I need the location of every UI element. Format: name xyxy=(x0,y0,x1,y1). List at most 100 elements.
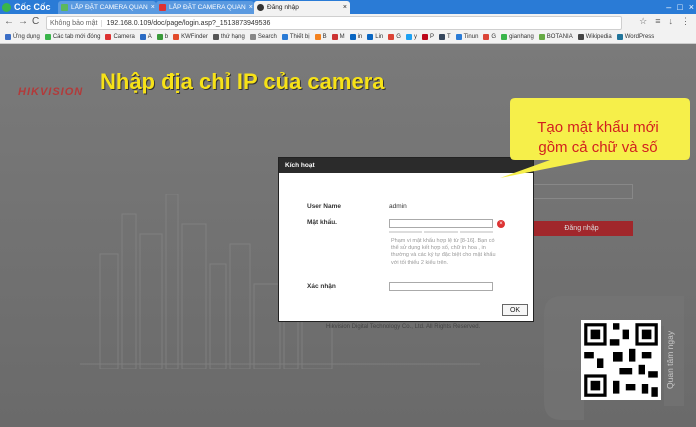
bookmark-label: Thiết bị xyxy=(289,33,310,40)
bookmark-item[interactable]: Ứng dụng xyxy=(5,33,40,40)
bookmark-favicon-icon xyxy=(438,33,445,40)
more-icon[interactable]: ⋮ xyxy=(681,16,690,27)
bookmark-item[interactable]: thứ hạng xyxy=(212,33,245,40)
bookmark-favicon-icon xyxy=(349,33,356,40)
bookmark-item[interactable]: Thiết bị xyxy=(281,33,310,40)
password-hint: Phạm vi mật khẩu hợp lệ từ [8-16]. Bạn c… xyxy=(391,238,496,266)
bookmark-item[interactable]: y xyxy=(405,33,417,40)
bookmark-favicon-icon xyxy=(501,33,508,40)
maximize-icon[interactable]: □ xyxy=(677,2,682,12)
bookmark-item[interactable]: M xyxy=(331,33,345,40)
bookmark-favicon-icon xyxy=(281,33,288,40)
password-input[interactable] xyxy=(389,219,493,228)
tab-1[interactable]: LẮP ĐẶT CAMERA QUAN × xyxy=(58,1,156,14)
bookmark-item[interactable]: Các tab mới đóng xyxy=(44,33,101,40)
callout-line-1: Tạo mật khẩu mới xyxy=(537,119,659,136)
bookmark-item[interactable]: WordPress xyxy=(616,33,655,40)
strength-segment xyxy=(389,231,423,233)
bookmark-label: thứ hạng xyxy=(220,33,245,40)
bookmark-item[interactable]: Lin xyxy=(367,33,384,40)
bookmark-item[interactable]: T xyxy=(438,33,451,40)
bookmark-item[interactable]: Tinun xyxy=(455,33,479,40)
bookmark-favicon-icon xyxy=(538,33,545,40)
bookmark-favicon-icon xyxy=(616,33,623,40)
bookmark-star-icon[interactable]: ☆ xyxy=(639,16,647,27)
activation-dialog: Kích hoạt User Name admin Mật khẩu. × Ph… xyxy=(278,157,534,322)
menu-icon[interactable]: ≡ xyxy=(655,16,660,27)
bookmark-item[interactable]: Search xyxy=(249,33,277,40)
bookmark-label: G xyxy=(491,33,497,40)
bookmark-favicon-icon xyxy=(156,33,163,40)
confirm-label: Xác nhận xyxy=(307,283,336,290)
ok-button[interactable]: OK xyxy=(502,304,528,316)
bookmark-favicon-icon xyxy=(105,33,112,40)
bookmark-item[interactable]: G xyxy=(388,33,401,40)
tab-favicon-icon xyxy=(257,4,264,11)
back-icon[interactable]: ← xyxy=(4,16,14,27)
bookmark-item[interactable]: G xyxy=(483,33,497,40)
bookmark-label: Các tab mới đóng xyxy=(52,33,101,40)
bookmark-favicon-icon xyxy=(5,33,11,40)
bookmark-item[interactable]: gianhang xyxy=(501,33,534,40)
tab-close-icon[interactable]: × xyxy=(340,4,347,11)
bookmark-label: Search xyxy=(257,33,277,40)
strength-segment xyxy=(459,231,493,233)
qr-caption: Quan tâm ngay xyxy=(665,330,675,390)
bookmark-item[interactable]: KWFinder xyxy=(173,33,208,40)
bookmark-favicon-icon xyxy=(577,33,584,40)
background-username-field xyxy=(530,184,633,199)
security-indicator[interactable]: Không bảo mật xyxy=(47,19,103,27)
download-icon[interactable]: ↓ xyxy=(669,16,674,27)
bookmark-label: Camera xyxy=(113,33,135,40)
password-label: Mật khẩu. xyxy=(307,219,337,226)
coccoc-logo-icon xyxy=(2,2,11,12)
confirm-password-input[interactable] xyxy=(389,282,493,291)
bookmark-favicon-icon xyxy=(44,33,51,40)
minimize-icon[interactable]: – xyxy=(666,2,671,12)
bookmark-item[interactable]: P xyxy=(421,33,434,40)
hikvision-logo: HIKVISION xyxy=(18,86,84,98)
bookmark-label: b xyxy=(164,33,169,40)
bookmark-favicon-icon xyxy=(249,33,256,40)
qr-code xyxy=(581,320,661,400)
footer-copyright: Hikvision Digital Technology Co., Ltd. A… xyxy=(326,324,481,330)
bookmark-item[interactable]: A xyxy=(139,33,152,40)
bookmark-label: G xyxy=(396,33,401,40)
url-text: 192.168.0.109/doc/page/login.asp?_151387… xyxy=(106,19,271,27)
bookmark-item[interactable]: Camera xyxy=(105,33,135,40)
bookmark-favicon-icon xyxy=(388,33,395,40)
bookmark-label: in xyxy=(357,33,363,40)
tab-favicon-icon xyxy=(159,4,166,11)
address-input[interactable]: Không bảo mật 192.168.0.109/doc/page/log… xyxy=(46,16,622,30)
bookmark-item[interactable]: b xyxy=(156,33,169,40)
bookmark-favicon-icon xyxy=(483,33,490,40)
tab-2[interactable]: LẮP ĐẶT CAMERA QUAN × xyxy=(156,1,254,14)
bookmark-item[interactable]: BOTANIA xyxy=(538,33,573,40)
bookmark-label: Lin xyxy=(375,33,384,40)
bookmark-item[interactable]: in xyxy=(349,33,363,40)
bookmark-item[interactable]: Wikipedia xyxy=(577,33,612,40)
forward-icon[interactable]: → xyxy=(18,16,28,27)
tab-close-icon[interactable]: × xyxy=(246,4,253,11)
bookmark-item[interactable]: B xyxy=(314,33,327,40)
bookmark-label: WordPress xyxy=(624,33,655,40)
close-window-icon[interactable]: × xyxy=(689,2,694,12)
bookmark-favicon-icon xyxy=(212,33,219,40)
username-value: admin xyxy=(389,203,407,210)
bookmark-label: BOTANIA xyxy=(546,33,573,40)
bookmark-label: B xyxy=(322,33,327,40)
bookmark-favicon-icon xyxy=(331,33,338,40)
error-icon: × xyxy=(497,220,505,228)
callout-line-2: gồm cả chữ và số xyxy=(538,139,658,156)
bookmark-label: Tinun xyxy=(463,33,479,40)
bookmark-label: P xyxy=(429,33,434,40)
bookmarks-bar: Ứng dụng Các tab mới đóng Camera Ab KWFinder… xyxy=(0,30,696,44)
browser-brand: Cốc Cốc xyxy=(2,0,51,14)
tab-3-active[interactable]: Đăng nhập × xyxy=(254,1,350,14)
browser-tab-strip: Cốc Cốc LẮP ĐẶT CAMERA QUAN × LẮP ĐẶT CA… xyxy=(0,0,696,14)
tab-close-icon[interactable]: × xyxy=(148,4,155,11)
address-bar-row: ← → C Không bảo mật 192.168.0.109/doc/pa… xyxy=(0,14,696,31)
reload-icon[interactable]: C xyxy=(32,16,39,27)
username-label: User Name xyxy=(307,203,341,210)
tab-favicon-icon xyxy=(61,4,68,11)
